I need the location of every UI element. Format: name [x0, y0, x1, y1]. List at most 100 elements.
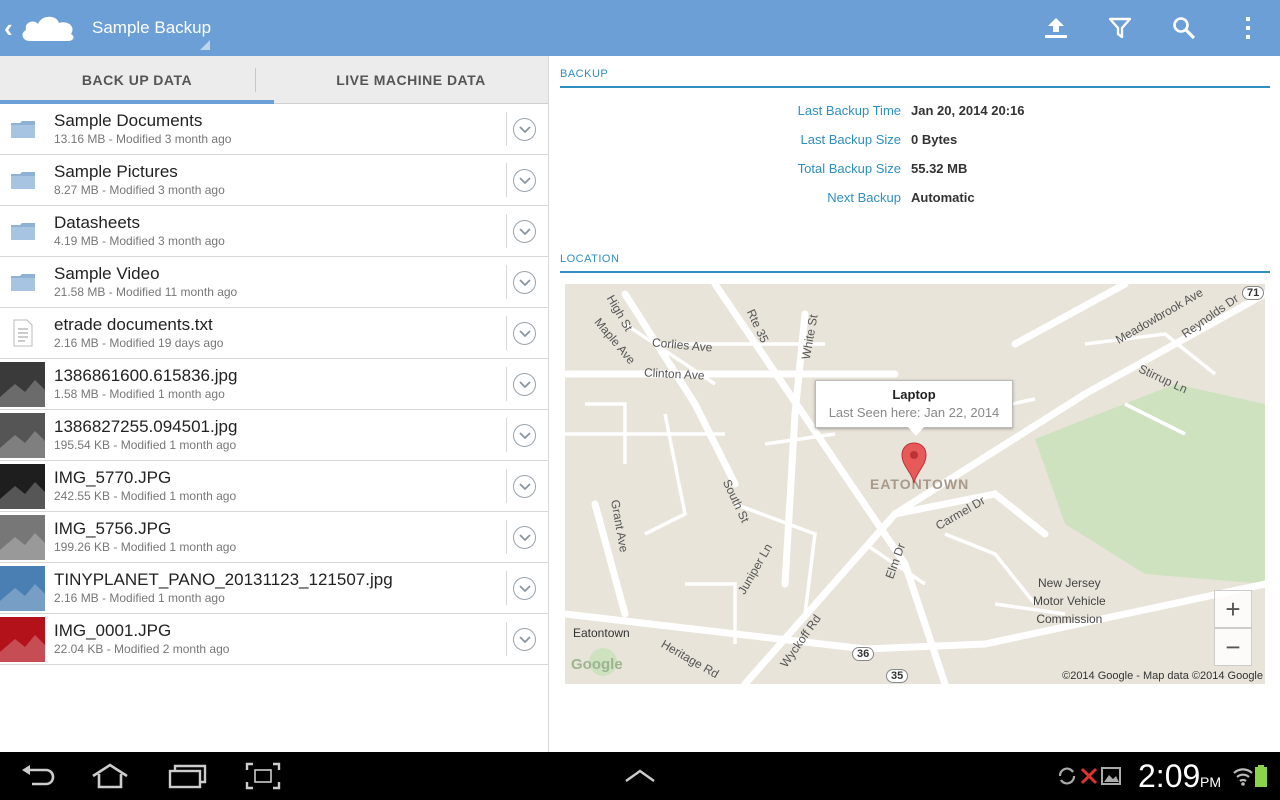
file-meta: 22.04 KB - Modified 2 month ago — [54, 642, 230, 656]
file-list-pane: BACK UP DATA LIVE MACHINE DATA Sample Do… — [0, 56, 549, 752]
file-info: Sample Pictures 8.27 MB - Modified 3 mont… — [54, 162, 548, 198]
expand-up-button[interactable] — [620, 760, 660, 792]
image-thumbnail — [0, 361, 45, 407]
image-thumbnail — [0, 463, 45, 509]
file-info: TINYPLANET_PANO_20131123_121507.jpg 2.16 … — [54, 570, 548, 606]
zoom-in-button[interactable]: + — [1214, 590, 1252, 628]
map-pin-icon[interactable] — [901, 442, 927, 484]
recent-apps-icon — [168, 764, 207, 789]
file-list-item[interactable]: Sample Video 21.58 MB - Modified 11 month… — [0, 257, 548, 308]
chevron-down-icon — [518, 278, 531, 286]
expand-button[interactable] — [513, 118, 536, 141]
backup-row-total-size: Total Backup Size 55.32 MB — [560, 161, 1270, 176]
file-list-item[interactable]: IMG_5770.JPG 242.55 KB - Modified 1 month… — [0, 461, 548, 512]
folder-icon — [0, 209, 45, 254]
backup-row-next: Next Backup Automatic — [560, 190, 1270, 205]
text-file-icon — [0, 311, 45, 356]
file-name: Datasheets — [54, 213, 140, 232]
expand-button[interactable] — [513, 220, 536, 243]
kv-label: Last Backup Time — [797, 103, 901, 118]
details-pane: BACKUP Last Backup Time Jan 20, 2014 20:… — [550, 56, 1280, 752]
file-name: 1386861600.615836.jpg — [54, 366, 238, 385]
location-map[interactable]: High St Maple Ave Corlies Ave Clinton Av… — [565, 284, 1265, 684]
expand-button[interactable] — [513, 271, 536, 294]
expand-button[interactable] — [513, 475, 536, 498]
expand-button[interactable] — [513, 424, 536, 447]
file-list-item[interactable]: 1386861600.615836.jpg 1.58 MB - Modified … — [0, 359, 548, 410]
battery-icon — [1255, 765, 1267, 787]
expand-button[interactable] — [513, 322, 536, 345]
file-info: IMG_5770.JPG 242.55 KB - Modified 1 month… — [54, 468, 548, 504]
file-name: IMG_5756.JPG — [54, 519, 172, 538]
file-info: IMG_0001.JPG 22.04 KB - Modified 2 month … — [54, 621, 548, 657]
expand-button[interactable] — [513, 577, 536, 600]
image-thumbnail — [0, 514, 45, 560]
file-meta: 199.26 KB - Modified 1 month ago — [54, 540, 237, 554]
file-list-item[interactable]: Sample Pictures 8.27 MB - Modified 3 mont… — [0, 155, 548, 206]
back-button[interactable] — [18, 760, 58, 792]
file-list-item[interactable]: 1386827255.094501.jpg 195.54 KB - Modifie… — [0, 410, 548, 461]
file-list-item[interactable]: Datasheets 4.19 MB - Modified 3 month ago — [0, 206, 548, 257]
overflow-menu-icon — [1246, 17, 1250, 39]
tab-live-machine-data[interactable]: LIVE MACHINE DATA — [274, 56, 548, 103]
row-divider — [506, 571, 507, 605]
filter-button[interactable] — [1088, 0, 1152, 56]
file-meta: 4.19 MB - Modified 3 month ago — [54, 234, 225, 248]
recent-apps-button[interactable] — [167, 760, 207, 792]
file-list-item[interactable]: IMG_0001.JPG 22.04 KB - Modified 2 month … — [0, 614, 548, 665]
route-shield-35: 35 — [886, 669, 909, 683]
kv-value: Automatic — [911, 190, 975, 205]
chevron-down-icon — [518, 176, 531, 184]
home-button[interactable] — [90, 760, 130, 792]
upload-button[interactable] — [1024, 0, 1088, 56]
notification-icons[interactable] — [1056, 760, 1136, 792]
tab-divider — [255, 68, 256, 92]
chevron-down-icon — [518, 482, 531, 490]
chevron-down-icon — [518, 635, 531, 643]
system-bar: 2:09 PM — [0, 752, 1280, 800]
app-title: Sample Backup — [92, 18, 212, 37]
image-thumbnail — [0, 412, 45, 458]
file-meta: 242.55 KB - Modified 1 month ago — [54, 489, 237, 503]
expand-button[interactable] — [513, 169, 536, 192]
marker-info-window[interactable]: Laptop Last Seen here: Jan 22, 2014 — [815, 380, 1013, 436]
zoom-out-button[interactable]: − — [1214, 628, 1252, 666]
folder-icon — [0, 158, 45, 203]
file-info: 1386827255.094501.jpg 195.54 KB - Modifie… — [54, 417, 548, 453]
app-home-button[interactable]: ‹ Sample Backup — [0, 0, 211, 56]
row-divider — [506, 520, 507, 554]
map-copyright: ©2014 Google - Map data ©2014 Google — [1062, 670, 1263, 682]
row-divider — [506, 367, 507, 401]
map-label: Eatontown — [573, 626, 630, 640]
file-name: Sample Documents — [54, 111, 203, 130]
chevron-left-icon: ‹ — [4, 12, 13, 43]
tab-back-up-data[interactable]: BACK UP DATA — [0, 56, 274, 104]
file-list-item[interactable]: Sample Documents 13.16 MB - Modified 3 mo… — [0, 104, 548, 155]
expand-button[interactable] — [513, 628, 536, 651]
chevron-down-icon — [518, 584, 531, 592]
search-button[interactable] — [1152, 0, 1216, 56]
status-time: 2:09 — [1138, 758, 1201, 794]
action-bar: ‹ Sample Backup — [0, 0, 1280, 56]
expand-button[interactable] — [513, 373, 536, 396]
file-meta: 1.58 MB - Modified 1 month ago — [54, 387, 225, 401]
overflow-menu-button[interactable] — [1216, 0, 1280, 56]
route-shield-71: 71 — [1242, 286, 1265, 300]
marker-title: Laptop — [892, 387, 936, 402]
backup-row-last-time: Last Backup Time Jan 20, 2014 20:16 — [560, 103, 1270, 118]
file-name: IMG_5770.JPG — [54, 468, 172, 487]
location-section-header: LOCATION — [560, 253, 1270, 273]
route-shield-36: 36 — [852, 647, 875, 661]
screenshot-button[interactable] — [243, 760, 283, 792]
expand-button[interactable] — [513, 526, 536, 549]
file-info: etrade documents.txt 2.16 MB - Modified 1… — [54, 315, 548, 351]
file-list-item[interactable]: TINYPLANET_PANO_20131123_121507.jpg 2.16 … — [0, 563, 548, 614]
status-indicators[interactable] — [1222, 760, 1278, 792]
file-list-item[interactable]: etrade documents.txt 2.16 MB - Modified 1… — [0, 308, 548, 359]
file-info: Sample Video 21.58 MB - Modified 11 month… — [54, 264, 548, 300]
file-name: Sample Video — [54, 264, 160, 283]
chevron-down-icon — [518, 227, 531, 235]
folder-icon — [0, 260, 45, 305]
file-list-item[interactable]: IMG_5756.JPG 199.26 KB - Modified 1 month… — [0, 512, 548, 563]
row-divider — [506, 418, 507, 452]
